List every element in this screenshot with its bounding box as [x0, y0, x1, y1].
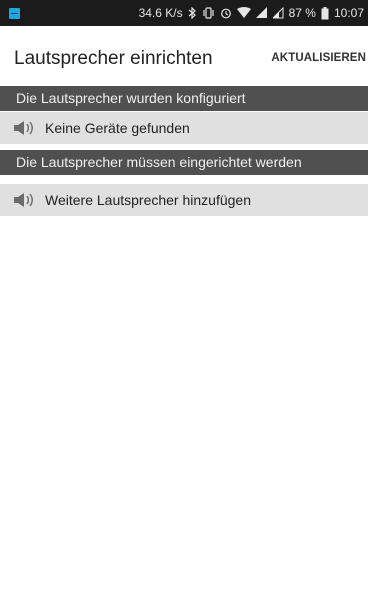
- notification-app-icon: [9, 7, 20, 19]
- cell-signal-secondary-icon: [272, 7, 284, 19]
- clock: 10:07: [333, 6, 364, 20]
- app-bar: Lautsprecher einrichten AKTUALISIEREN: [0, 26, 368, 86]
- section-header-configured: Die Lautsprecher wurden konfiguriert: [0, 86, 368, 111]
- add-speakers-item[interactable]: Weitere Lautsprecher hinzufügen: [0, 184, 368, 216]
- network-speed: 34.6 K/s: [138, 6, 183, 20]
- section-header-setup: Die Lautsprecher müssen eingerichtet wer…: [0, 150, 368, 175]
- speaker-icon: [14, 193, 33, 207]
- vibrate-icon: [203, 7, 214, 19]
- wifi-icon: [236, 7, 251, 18]
- no-devices-item[interactable]: Keine Geräte gefunden: [0, 112, 368, 144]
- battery-percentage: 87 %: [288, 6, 316, 20]
- empty-content-area: [0, 219, 368, 611]
- speaker-icon: [14, 121, 33, 135]
- status-indicators: 34.6 K/s 87 % 10:07: [139, 6, 364, 20]
- bluetooth-icon: [188, 7, 196, 19]
- no-devices-label: Keine Geräte gefunden: [45, 120, 190, 136]
- battery-icon: [321, 6, 329, 19]
- cell-signal-icon: [255, 7, 267, 18]
- page-title: Lautsprecher einrichten: [14, 48, 213, 69]
- refresh-button[interactable]: AKTUALISIEREN: [271, 52, 366, 64]
- alarm-icon: [220, 8, 231, 19]
- add-speakers-label: Weitere Lautsprecher hinzufügen: [45, 192, 251, 208]
- status-bar: 34.6 K/s 87 % 10:07: [0, 0, 368, 26]
